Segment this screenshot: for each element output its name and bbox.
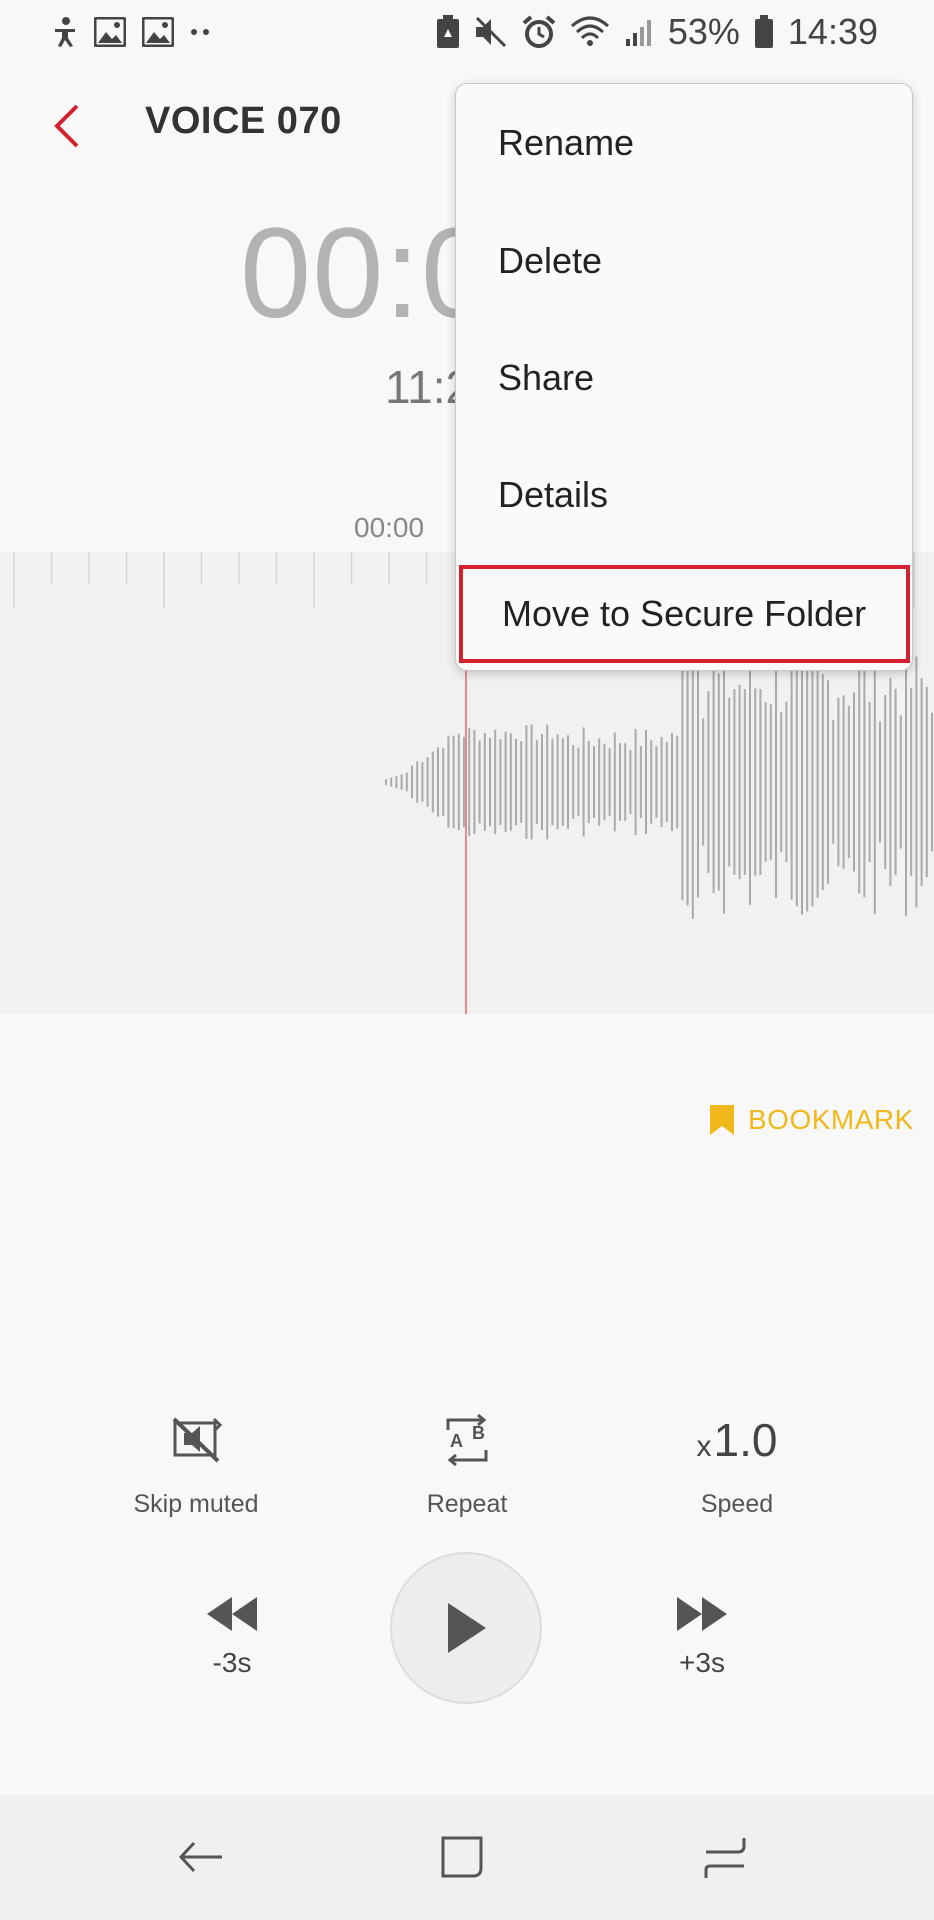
- menu-item-details[interactable]: Details: [456, 436, 914, 554]
- skip-muted-icon: [172, 1417, 222, 1463]
- skip-muted-label: Skip muted: [133, 1490, 259, 1518]
- repeat-button[interactable]: A B Repeat: [357, 1410, 577, 1519]
- menu-item-share[interactable]: Share: [456, 319, 914, 437]
- recents-icon: [704, 1838, 746, 1878]
- play-button[interactable]: [390, 1552, 542, 1704]
- more-notifications-icon: [190, 27, 210, 37]
- menu-item-move-to-secure-folder[interactable]: Move to Secure Folder: [459, 565, 910, 663]
- gallery-icon: [142, 17, 174, 47]
- battery-percent: 53%: [667, 11, 740, 52]
- mute-icon: [474, 16, 508, 48]
- speed-prefix: x: [696, 1430, 712, 1463]
- forward-label: +3s: [679, 1647, 725, 1678]
- navigation-bar: [0, 1795, 934, 1920]
- repeat-b-letter: B: [472, 1423, 485, 1443]
- forward-button[interactable]: +3s: [632, 1595, 772, 1679]
- status-bar: 53% 14:39: [0, 0, 934, 66]
- speed-label: Speed: [700, 1490, 774, 1518]
- back-arrow-icon: [178, 1841, 222, 1873]
- battery-saver-icon: [436, 15, 460, 49]
- rewind-icon: [207, 1597, 257, 1631]
- nav-home-button[interactable]: [427, 1827, 497, 1887]
- repeat-ab-icon: A B: [446, 1414, 488, 1466]
- signal-icon: [624, 17, 654, 47]
- speed-value: x 1.0: [697, 1413, 778, 1467]
- repeat-label: Repeat: [426, 1490, 508, 1518]
- speed-button[interactable]: x 1.0 Speed: [627, 1410, 847, 1519]
- bookmark-icon: [710, 1105, 734, 1135]
- waveform-bars: [385, 644, 933, 920]
- wifi-icon: [570, 16, 610, 48]
- clock: 14:39: [787, 11, 878, 52]
- playhead[interactable]: [465, 655, 467, 1014]
- rewind-label: -3s: [212, 1647, 252, 1678]
- cursor-time: 00:00: [354, 512, 425, 543]
- speed-number: 1.0: [713, 1414, 778, 1466]
- menu-item-rename[interactable]: Rename: [456, 84, 914, 202]
- nav-back-button[interactable]: [166, 1827, 236, 1887]
- overflow-menu: Rename Delete Share Details Move to Secu…: [455, 83, 913, 671]
- back-button[interactable]: [38, 94, 94, 158]
- play-icon: [448, 1603, 486, 1653]
- rewind-button[interactable]: -3s: [162, 1595, 302, 1679]
- accessibility-icon: [52, 16, 78, 48]
- page-title: VOICE 070: [145, 100, 342, 142]
- nav-recents-button[interactable]: [690, 1827, 760, 1887]
- menu-item-delete[interactable]: Delete: [456, 202, 914, 320]
- chevron-left-icon: [54, 104, 79, 148]
- repeat-a-letter: A: [450, 1431, 463, 1451]
- bookmark-button[interactable]: BOOKMARK: [708, 1100, 914, 1140]
- bookmark-label: BOOKMARK: [748, 1104, 914, 1135]
- gallery-icon: [94, 17, 126, 47]
- alarm-icon: [522, 15, 556, 49]
- battery-icon: [754, 15, 774, 49]
- fast-forward-icon: [677, 1597, 727, 1631]
- home-square-icon: [441, 1836, 483, 1878]
- skip-muted-button[interactable]: Skip muted: [86, 1410, 306, 1519]
